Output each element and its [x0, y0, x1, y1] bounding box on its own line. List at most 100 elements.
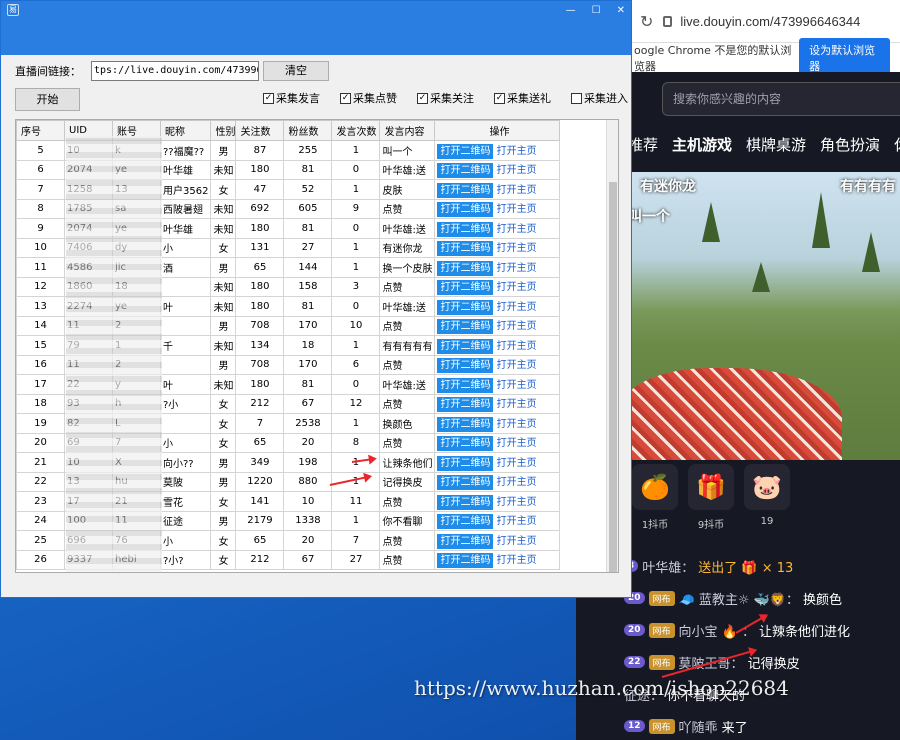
open-homepage-link[interactable]: 打开主页 [497, 243, 537, 254]
close-icon[interactable]: ✕ [617, 5, 625, 16]
gift-item[interactable]: 🍊 1抖币 [632, 464, 678, 531]
open-homepage-link[interactable]: 打开主页 [497, 224, 537, 235]
chat-username[interactable]: 吖随乖 [679, 717, 718, 736]
open-qrcode-button[interactable]: 打开二维码 [437, 143, 494, 159]
open-qrcode-button[interactable]: 打开二维码 [437, 338, 494, 354]
column-header[interactable]: 操作 [434, 120, 561, 141]
gift-item[interactable]: 🎁 9抖币 [688, 464, 734, 531]
table-cell: 换一个皮肤 [379, 257, 436, 278]
open-homepage-link[interactable]: 打开主页 [497, 516, 537, 527]
category-tab[interactable]: 角色扮演 [820, 134, 880, 155]
table-cell: 0 [331, 296, 381, 317]
collect-option-checkbox[interactable]: ✓ 采集发言 [263, 90, 320, 106]
category-tab[interactable]: 推荐 [628, 134, 658, 155]
category-tab[interactable]: 休 [894, 134, 900, 155]
chat-username[interactable]: 叶华雄： [642, 557, 694, 576]
open-qrcode-button[interactable]: 打开二维码 [437, 202, 494, 218]
vertical-scrollbar[interactable] [606, 120, 618, 572]
table-cell [159, 413, 212, 434]
open-homepage-link[interactable]: 打开主页 [497, 165, 537, 176]
clear-button[interactable]: 清空 [263, 61, 329, 81]
minimize-icon[interactable]: — [566, 5, 576, 16]
collect-option-checkbox[interactable]: ✓ 采集送礼 [494, 90, 551, 106]
table-cell: 180 [235, 159, 285, 180]
open-qrcode-button[interactable]: 打开二维码 [437, 241, 494, 257]
open-homepage-link[interactable]: 打开主页 [497, 360, 537, 371]
table-cell: 女 [210, 549, 237, 570]
maximize-icon[interactable]: ☐ [592, 5, 601, 16]
checkbox-unchecked-icon[interactable] [571, 92, 582, 104]
open-homepage-link[interactable]: 打开主页 [497, 477, 537, 488]
table-cell: 3 [331, 276, 381, 297]
open-qrcode-button[interactable]: 打开二维码 [437, 358, 494, 374]
open-qrcode-button[interactable]: 打开二维码 [437, 475, 494, 491]
collect-option-checkbox[interactable]: 采集进入 [571, 90, 628, 106]
gift-item[interactable]: 🐷 19 [744, 464, 790, 531]
checkbox-checked-icon[interactable]: ✓ [263, 92, 274, 104]
column-header[interactable]: 发言次数 [331, 120, 381, 141]
open-homepage-link[interactable]: 打开主页 [497, 263, 537, 274]
open-qrcode-button[interactable]: 打开二维码 [437, 416, 494, 432]
open-qrcode-button[interactable]: 打开二维码 [437, 299, 494, 315]
scrollbar-thumb[interactable] [609, 182, 617, 572]
open-qrcode-button[interactable]: 打开二维码 [437, 553, 494, 569]
search-input[interactable]: 搜索你感兴趣的内容 [662, 82, 900, 116]
table-cell: 未知 [210, 276, 237, 297]
category-tab[interactable]: 棋牌桌游 [746, 134, 806, 155]
open-homepage-link[interactable]: 打开主页 [497, 341, 537, 352]
open-homepage-link[interactable]: 打开主页 [497, 302, 537, 313]
open-qrcode-button[interactable]: 打开二维码 [437, 319, 494, 335]
open-qrcode-button[interactable]: 打开二维码 [437, 436, 494, 452]
url-box[interactable]: live.douyin.com/473996646344 [663, 14, 860, 29]
open-homepage-link[interactable]: 打开主页 [497, 536, 537, 547]
open-qrcode-button[interactable]: 打开二维码 [437, 260, 494, 276]
column-header[interactable]: 性别 [210, 120, 237, 141]
open-qrcode-button[interactable]: 打开二维码 [437, 280, 494, 296]
open-homepage-link[interactable]: 打开主页 [497, 438, 537, 449]
table-cell: 点赞 [379, 315, 436, 336]
open-qrcode-button[interactable]: 打开二维码 [437, 377, 494, 393]
checkbox-checked-icon[interactable]: ✓ [494, 92, 505, 104]
collect-option-checkbox[interactable]: ✓ 采集关注 [417, 90, 474, 106]
open-homepage-link[interactable]: 打开主页 [497, 399, 537, 410]
column-header[interactable]: 粉丝数 [283, 120, 333, 141]
open-qrcode-button[interactable]: 打开二维码 [437, 221, 494, 237]
table-cell: 女 [210, 432, 237, 453]
checkbox-label: 采集送礼 [507, 92, 551, 105]
column-header[interactable]: 序号 [16, 120, 65, 141]
open-homepage-link[interactable]: 打开主页 [497, 419, 537, 430]
table-cell: 12 [16, 276, 65, 297]
checkbox-checked-icon[interactable]: ✓ [340, 92, 351, 104]
checkbox-checked-icon[interactable]: ✓ [417, 92, 428, 104]
open-homepage-link[interactable]: 打开主页 [497, 146, 537, 157]
open-qrcode-button[interactable]: 打开二维码 [437, 397, 494, 413]
open-qrcode-button[interactable]: 打开二维码 [437, 455, 494, 471]
open-qrcode-button[interactable]: 打开二维码 [437, 163, 494, 179]
column-header[interactable]: 关注数 [235, 120, 285, 141]
start-button[interactable]: 开始 [15, 88, 80, 111]
open-qrcode-button[interactable]: 打开二维码 [437, 514, 494, 530]
open-qrcode-button[interactable]: 打开二维码 [437, 494, 494, 510]
live-url-input[interactable]: tps://live.douyin.com/473996646344 [91, 61, 259, 81]
reload-icon[interactable]: ↻ [640, 12, 653, 31]
collect-option-checkbox[interactable]: ✓ 采集点赞 [340, 90, 397, 106]
open-homepage-link[interactable]: 打开主页 [497, 321, 537, 332]
open-homepage-link[interactable]: 打开主页 [497, 204, 537, 215]
tree-shape [702, 202, 720, 242]
open-homepage-link[interactable]: 打开主页 [497, 497, 537, 508]
open-homepage-link[interactable]: 打开主页 [497, 282, 537, 293]
open-homepage-link[interactable]: 打开主页 [497, 380, 537, 391]
open-homepage-link[interactable]: 打开主页 [497, 555, 537, 566]
category-tab[interactable]: 主机游戏 [672, 134, 732, 155]
open-homepage-link[interactable]: 打开主页 [497, 458, 537, 469]
column-header[interactable]: 发言内容 [379, 120, 436, 141]
open-homepage-link[interactable]: 打开主页 [497, 185, 537, 196]
column-header[interactable]: 昵称 [159, 120, 212, 141]
chat-username[interactable]: 🧢 蓝教主☼ 🐳🦁： [679, 589, 799, 608]
live-video[interactable]: 有迷你龙 叫一个 有有有有 [632, 172, 900, 460]
table-cell: 叶华雄:送 [379, 374, 436, 395]
open-qrcode-button[interactable]: 打开二维码 [437, 533, 494, 549]
table-cell: 男 [210, 471, 237, 492]
open-qrcode-button[interactable]: 打开二维码 [437, 182, 494, 198]
chat-username[interactable]: 向小宝 🔥 ： [679, 621, 755, 640]
